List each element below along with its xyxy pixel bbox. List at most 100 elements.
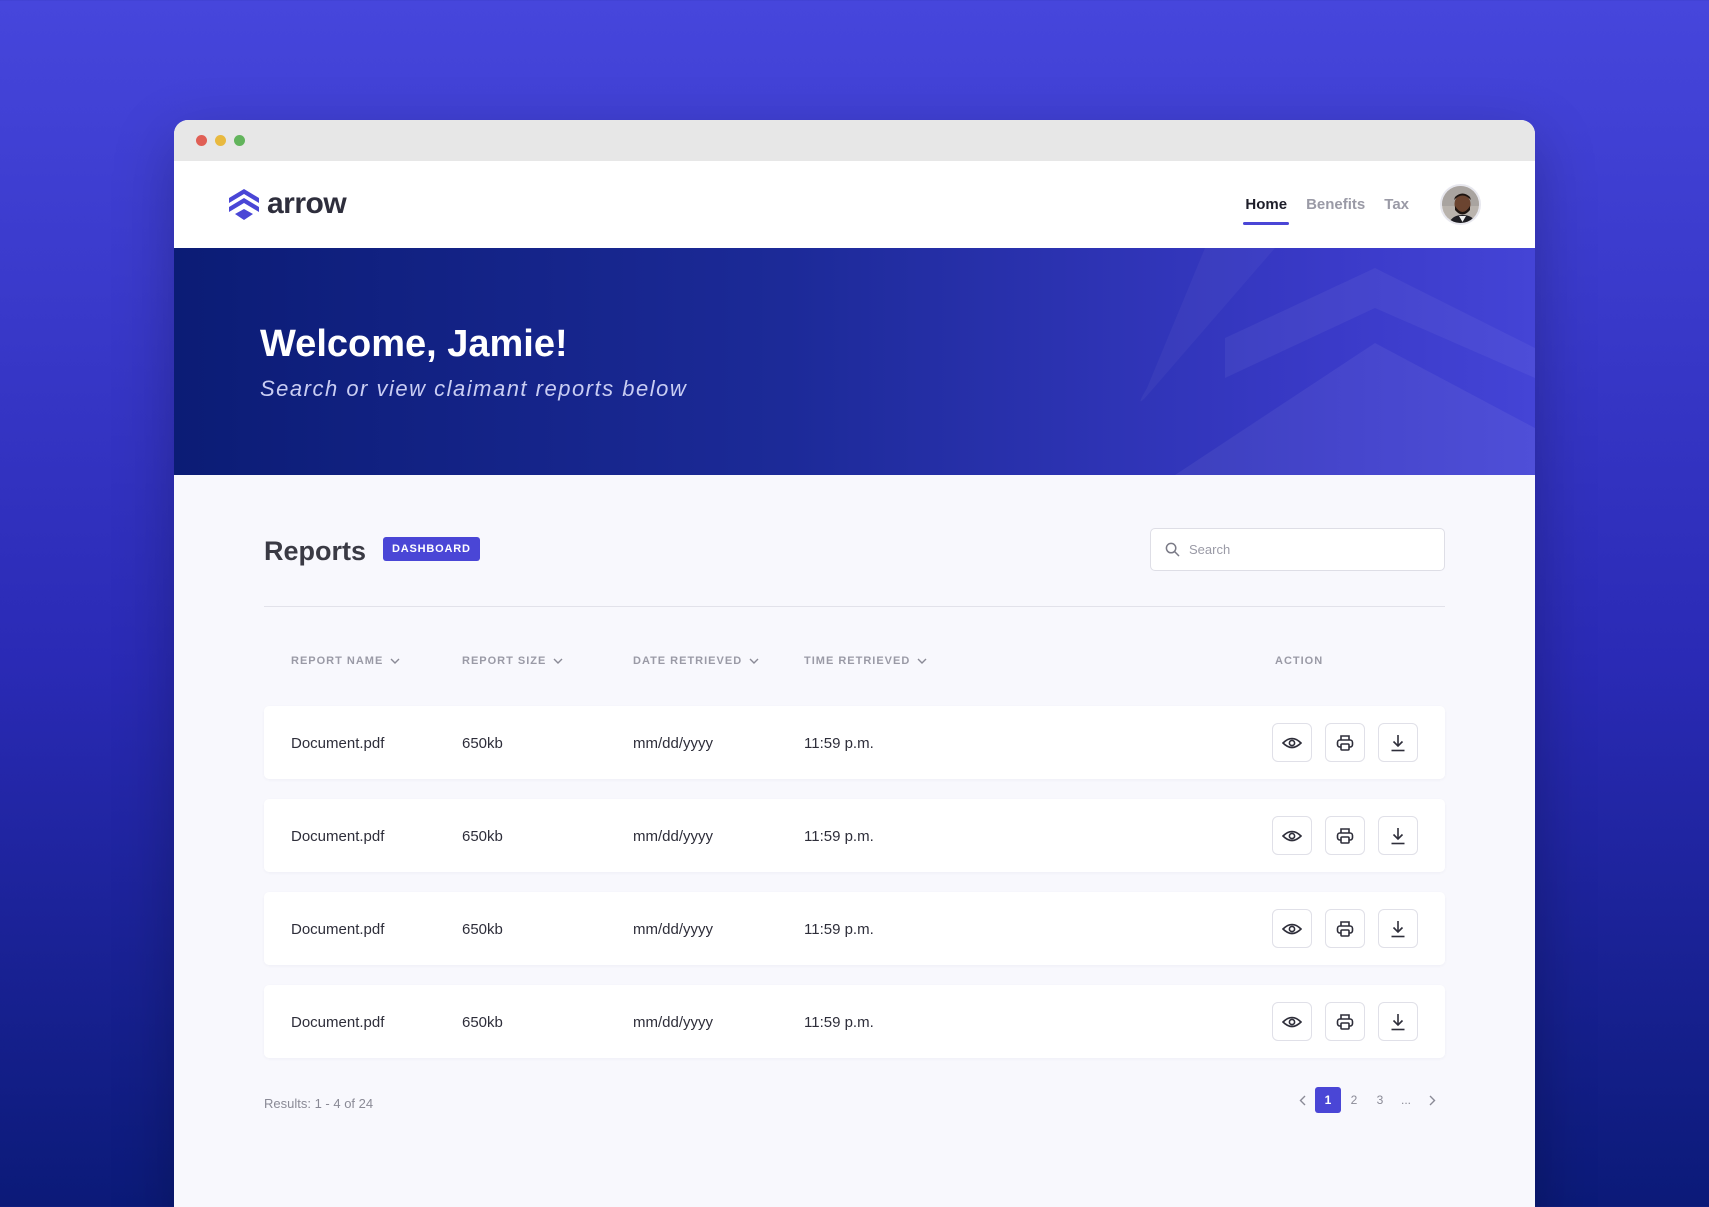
welcome-hero: Welcome, Jamie! Search or view claimant … xyxy=(174,248,1535,475)
prev-page-button[interactable] xyxy=(1289,1087,1315,1113)
user-avatar[interactable] xyxy=(1440,184,1481,225)
column-label: DATE RETRIEVED xyxy=(633,655,743,667)
results-count: Results: 1 - 4 of 24 xyxy=(264,1096,374,1111)
time-retrieved-cell: 11:59 p.m. xyxy=(804,1014,874,1031)
column-time-retrieved[interactable]: TIME RETRIEVED xyxy=(804,655,927,667)
chevron-down-icon xyxy=(390,658,400,664)
report-name-cell: Document.pdf xyxy=(291,735,385,752)
chevron-down-icon xyxy=(917,658,927,664)
search-icon xyxy=(1165,542,1180,557)
view-button[interactable] xyxy=(1272,1002,1312,1041)
view-button[interactable] xyxy=(1272,909,1312,948)
download-button[interactable] xyxy=(1378,723,1418,762)
printer-icon xyxy=(1336,734,1354,751)
nav-tax[interactable]: Tax xyxy=(1384,196,1409,225)
chevron-left-icon xyxy=(1299,1095,1305,1105)
table-row[interactable]: Document.pdf 650kb mm/dd/yyyy 11:59 p.m. xyxy=(264,706,1445,779)
search-box[interactable] xyxy=(1150,528,1445,571)
column-label: ACTION xyxy=(1275,655,1324,667)
print-button[interactable] xyxy=(1325,909,1365,948)
nav-benefits[interactable]: Benefits xyxy=(1306,196,1365,225)
eye-icon xyxy=(1282,737,1302,748)
download-icon xyxy=(1391,920,1405,937)
arrow-logo-icon xyxy=(229,189,259,220)
close-window-button[interactable] xyxy=(196,135,207,146)
column-label: TIME RETRIEVED xyxy=(804,655,911,667)
row-actions xyxy=(1272,909,1418,948)
window-titlebar xyxy=(174,120,1535,161)
welcome-title: Welcome, Jamie! xyxy=(260,323,568,365)
print-button[interactable] xyxy=(1325,723,1365,762)
table-row[interactable]: Document.pdf 650kb mm/dd/yyyy 11:59 p.m. xyxy=(264,985,1445,1058)
date-retrieved-cell: mm/dd/yyyy xyxy=(633,1014,714,1031)
hero-decorative-arrow xyxy=(1140,248,1535,475)
main-nav: Home Benefits Tax xyxy=(1243,196,1409,225)
page-1-button[interactable]: 1 xyxy=(1315,1087,1341,1113)
reports-header: Reports DASHBOARD xyxy=(264,475,1445,607)
eye-icon xyxy=(1282,923,1302,934)
search-input[interactable] xyxy=(1189,542,1419,557)
report-size-cell: 650kb xyxy=(462,921,503,938)
top-navbar: arrow Home Benefits Tax xyxy=(174,161,1535,248)
download-button[interactable] xyxy=(1378,816,1418,855)
time-retrieved-cell: 11:59 p.m. xyxy=(804,735,874,752)
date-retrieved-cell: mm/dd/yyyy xyxy=(633,735,714,752)
download-button[interactable] xyxy=(1378,1002,1418,1041)
eye-icon xyxy=(1282,830,1302,841)
column-report-name[interactable]: REPORT NAME xyxy=(291,655,400,667)
column-label: REPORT NAME xyxy=(291,655,384,667)
printer-icon xyxy=(1336,1013,1354,1030)
row-actions xyxy=(1272,723,1418,762)
reports-table-body: Document.pdf 650kb mm/dd/yyyy 11:59 p.m. xyxy=(264,706,1445,1058)
date-retrieved-cell: mm/dd/yyyy xyxy=(633,921,714,938)
pagination: 1 2 3 ... xyxy=(1289,1087,1445,1113)
print-button[interactable] xyxy=(1325,1002,1365,1041)
eye-icon xyxy=(1282,1016,1302,1027)
download-icon xyxy=(1391,1013,1405,1030)
report-name-cell: Document.pdf xyxy=(291,1014,385,1031)
logo-wordmark: arrow xyxy=(267,187,347,220)
report-size-cell: 650kb xyxy=(462,1014,503,1031)
page-3-button[interactable]: 3 xyxy=(1367,1087,1393,1113)
page-ellipsis[interactable]: ... xyxy=(1393,1087,1419,1113)
reports-section: Reports DASHBOARD REPORT NAME REPORT SIZ… xyxy=(174,475,1535,1158)
time-retrieved-cell: 11:59 p.m. xyxy=(804,921,874,938)
column-date-retrieved[interactable]: DATE RETRIEVED xyxy=(633,655,759,667)
download-button[interactable] xyxy=(1378,909,1418,948)
download-icon xyxy=(1391,827,1405,844)
page-2-button[interactable]: 2 xyxy=(1341,1087,1367,1113)
download-icon xyxy=(1391,734,1405,751)
printer-icon xyxy=(1336,827,1354,844)
browser-window: arrow Home Benefits Tax Welcome, Jamie! … xyxy=(174,120,1535,1207)
column-label: REPORT SIZE xyxy=(462,655,547,667)
date-retrieved-cell: mm/dd/yyyy xyxy=(633,828,714,845)
report-name-cell: Document.pdf xyxy=(291,921,385,938)
pagination-bar: Results: 1 - 4 of 24 1 2 3 ... xyxy=(264,1078,1445,1158)
user-avatar-image xyxy=(1442,186,1479,223)
view-button[interactable] xyxy=(1272,816,1312,855)
welcome-subtitle: Search or view claimant reports below xyxy=(260,376,688,401)
column-report-size[interactable]: REPORT SIZE xyxy=(462,655,563,667)
report-size-cell: 650kb xyxy=(462,735,503,752)
minimize-window-button[interactable] xyxy=(215,135,226,146)
table-row[interactable]: Document.pdf 650kb mm/dd/yyyy 11:59 p.m. xyxy=(264,799,1445,872)
view-button[interactable] xyxy=(1272,723,1312,762)
time-retrieved-cell: 11:59 p.m. xyxy=(804,828,874,845)
printer-icon xyxy=(1336,920,1354,937)
logo[interactable]: arrow xyxy=(227,187,347,221)
report-size-cell: 650kb xyxy=(462,828,503,845)
next-page-button[interactable] xyxy=(1419,1087,1445,1113)
nav-home[interactable]: Home xyxy=(1243,196,1289,225)
row-actions xyxy=(1272,816,1418,855)
column-action: ACTION xyxy=(1275,655,1323,667)
report-name-cell: Document.pdf xyxy=(291,828,385,845)
chevron-down-icon xyxy=(749,658,759,664)
chevron-down-icon xyxy=(553,658,563,664)
dashboard-badge[interactable]: DASHBOARD xyxy=(383,537,480,561)
print-button[interactable] xyxy=(1325,816,1365,855)
page-title: Reports xyxy=(264,536,367,566)
chevron-right-icon xyxy=(1429,1095,1435,1105)
table-row[interactable]: Document.pdf 650kb mm/dd/yyyy 11:59 p.m. xyxy=(264,892,1445,965)
row-actions xyxy=(1272,1002,1418,1041)
maximize-window-button[interactable] xyxy=(234,135,245,146)
